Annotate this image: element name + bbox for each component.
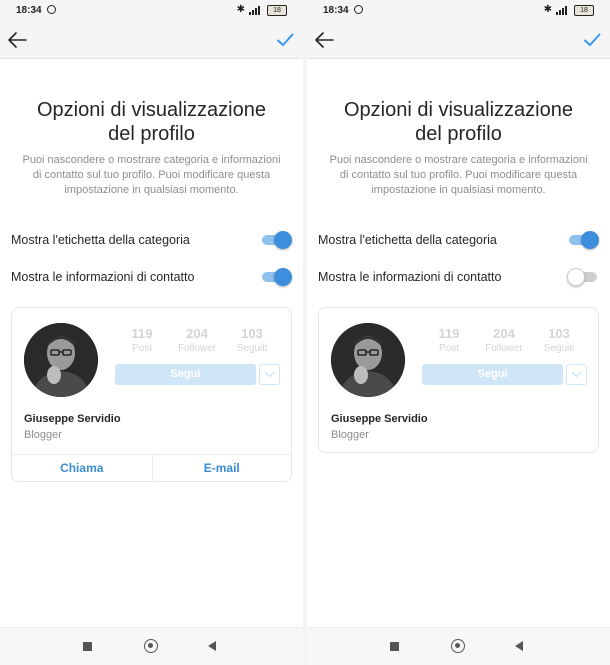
alarm-icon xyxy=(354,5,363,14)
signal-icon xyxy=(249,6,260,15)
stat-following: 103 Seguiti xyxy=(224,326,280,356)
bluetooth-icon: ✱ xyxy=(236,4,245,15)
toggle-label-contact: Mostra le informazioni di contatto xyxy=(318,270,502,284)
status-icons: ✱ 18 xyxy=(544,4,594,16)
profile-category: Blogger xyxy=(331,429,369,441)
back-arrow-icon[interactable] xyxy=(6,30,28,50)
status-icons: ✱ 18 xyxy=(237,4,287,16)
page-description: Puoi nascondere o mostrare categoria e i… xyxy=(329,154,588,196)
recent-apps-icon[interactable] xyxy=(83,642,92,651)
avatar-photo xyxy=(331,323,405,397)
toggle-row-contact: Mostra le informazioni di contatto xyxy=(318,266,599,288)
contact-buttons-bar: Chiama E-mail xyxy=(12,454,291,482)
call-button[interactable]: Chiama xyxy=(12,455,152,482)
system-nav-bar xyxy=(307,627,610,665)
follow-button[interactable]: Segui xyxy=(115,364,256,385)
toggle-row-category: Mostra l'etichetta della categoria xyxy=(11,229,292,251)
email-button[interactable]: E-mail xyxy=(151,455,292,482)
left-phone-screen: 18:34 ✱ 18 Opzioni di visualizzazione de… xyxy=(0,0,303,665)
stat-label: Follower xyxy=(178,343,216,354)
status-time: 18:34 xyxy=(323,5,349,16)
category-toggle-switch[interactable] xyxy=(262,231,292,249)
toggle-row-contact: Mostra le informazioni di contatto xyxy=(11,266,292,288)
profile-name: Giuseppe Servidio xyxy=(331,413,428,425)
toggle-label-category: Mostra l'etichetta della categoria xyxy=(318,233,497,247)
stat-value: 103 xyxy=(241,326,263,341)
profile-preview-card: 119 Post 204 Follower 103 Seguiti Segui … xyxy=(318,307,599,453)
stat-followers: 204 Follower xyxy=(169,326,225,356)
app-bar xyxy=(307,22,610,59)
stat-value: 119 xyxy=(438,326,460,341)
signal-icon xyxy=(556,6,567,15)
stat-posts: 119 Post xyxy=(114,326,170,356)
switch-knob xyxy=(274,231,292,249)
profile-category: Blogger xyxy=(24,429,62,441)
alarm-icon xyxy=(47,5,56,14)
status-bar: 18:34 ✱ 18 xyxy=(0,0,303,22)
avatar xyxy=(24,323,98,397)
back-icon[interactable] xyxy=(515,641,523,651)
category-toggle-switch[interactable] xyxy=(569,231,599,249)
status-time: 18:34 xyxy=(16,5,42,16)
toggle-label-contact: Mostra le informazioni di contatto xyxy=(11,270,195,284)
contact-toggle-switch[interactable] xyxy=(262,268,292,286)
stat-posts: 119 Post xyxy=(421,326,477,356)
toggle-label-category: Mostra l'etichetta della categoria xyxy=(11,233,190,247)
back-arrow-icon[interactable] xyxy=(313,30,335,50)
bluetooth-icon: ✱ xyxy=(543,4,552,15)
stat-value: 119 xyxy=(131,326,153,341)
home-icon[interactable] xyxy=(144,639,158,653)
page-title: Opzioni di visualizzazione del profilo xyxy=(36,99,266,145)
stat-value: 103 xyxy=(548,326,570,341)
suggestions-dropdown-button[interactable] xyxy=(259,364,280,385)
avatar-photo xyxy=(24,323,98,397)
back-icon[interactable] xyxy=(208,641,216,651)
profile-name: Giuseppe Servidio xyxy=(24,413,121,425)
switch-knob xyxy=(567,268,585,286)
battery-icon: 18 xyxy=(267,4,287,16)
toggle-row-category: Mostra l'etichetta della categoria xyxy=(318,229,599,251)
screenshot-container: 18:34 ✱ 18 Opzioni di visualizzazione de… xyxy=(0,0,610,665)
checkmark-icon[interactable] xyxy=(275,30,295,50)
stat-value: 204 xyxy=(493,326,515,341)
battery-icon: 18 xyxy=(574,4,594,16)
stat-label: Seguiti xyxy=(543,343,575,354)
switch-knob xyxy=(274,268,292,286)
page-title: Opzioni di visualizzazione del profilo xyxy=(343,99,573,145)
avatar xyxy=(331,323,405,397)
stat-label: Follower xyxy=(485,343,523,354)
system-nav-bar xyxy=(0,627,303,665)
follow-button[interactable]: Segui xyxy=(422,364,563,385)
stat-value: 204 xyxy=(186,326,208,341)
stat-followers: 204 Follower xyxy=(476,326,532,356)
chevron-down-icon xyxy=(571,371,582,378)
home-icon[interactable] xyxy=(451,639,465,653)
right-phone-screen: 18:34 ✱ 18 Opzioni di visualizzazione de… xyxy=(307,0,610,665)
stat-label: Post xyxy=(438,343,459,354)
recent-apps-icon[interactable] xyxy=(390,642,399,651)
profile-preview-card: 119 Post 204 Follower 103 Seguiti Segui … xyxy=(11,307,292,482)
page-description: Puoi nascondere o mostrare categoria e i… xyxy=(22,154,281,196)
stat-following: 103 Seguiti xyxy=(531,326,587,356)
switch-knob xyxy=(581,231,599,249)
stat-label: Post xyxy=(131,343,152,354)
contact-toggle-switch[interactable] xyxy=(567,268,599,286)
checkmark-icon[interactable] xyxy=(582,30,602,50)
stat-label: Seguiti xyxy=(236,343,268,354)
chevron-down-icon xyxy=(264,371,275,378)
app-bar xyxy=(0,22,303,59)
status-bar: 18:34 ✱ 18 xyxy=(307,0,610,22)
suggestions-dropdown-button[interactable] xyxy=(566,364,587,385)
